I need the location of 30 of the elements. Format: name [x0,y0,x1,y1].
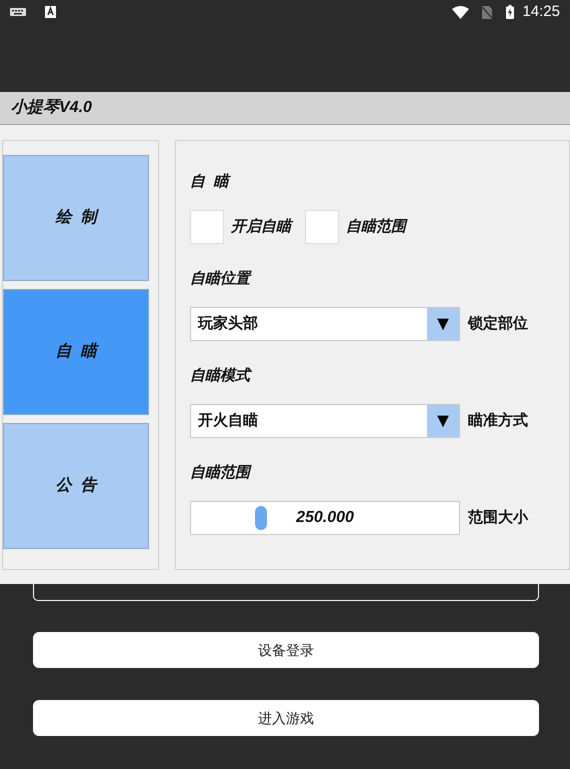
sidebar-tab[interactable]: 公 告 [3,423,149,549]
setting-title: 自瞄位置 [190,269,250,289]
section-heading: 自 瞄 [190,171,228,193]
setting-title: 自瞄范围 [190,463,250,483]
wifi-icon [452,6,470,18]
checkbox[interactable] [305,210,339,244]
checkbox-label: 自瞄范围 [346,216,406,237]
sidebar-tab[interactable]: 绘 制 [3,155,149,281]
app-icon [45,6,56,18]
form-button[interactable]: 设备登录 [33,632,539,668]
keyboard-icon [10,7,26,17]
slider-thumb[interactable] [254,506,267,530]
dropdown[interactable]: 开火自瞄 ▼ [190,404,460,438]
setting-title: 自瞄模式 [190,366,250,386]
dropdown-value: 开火自瞄 [196,410,259,431]
setting-label: 范围大小 [468,508,528,528]
window-title: 小提琴V4.0 [11,98,92,118]
dropdown-value: 玩家头部 [196,314,259,334]
setting-label: 瞄准方式 [468,410,528,431]
form-button[interactable]: 进入游戏 [33,700,539,736]
slider-value: 250.000 [296,508,354,528]
clock-time: 14:25 [522,2,560,22]
checkbox-label: 开启自瞄 [231,216,291,238]
no-sim-icon [482,6,492,18]
battery-charging-icon [506,5,514,19]
checkbox[interactable] [190,210,224,244]
sidebar-tab[interactable]: 自 瞄 [3,289,149,415]
slider[interactable]: 250.000 [190,501,460,535]
dropdown[interactable]: 玩家头部 ▼ [190,307,460,341]
setting-label: 锁定部位 [468,314,528,334]
